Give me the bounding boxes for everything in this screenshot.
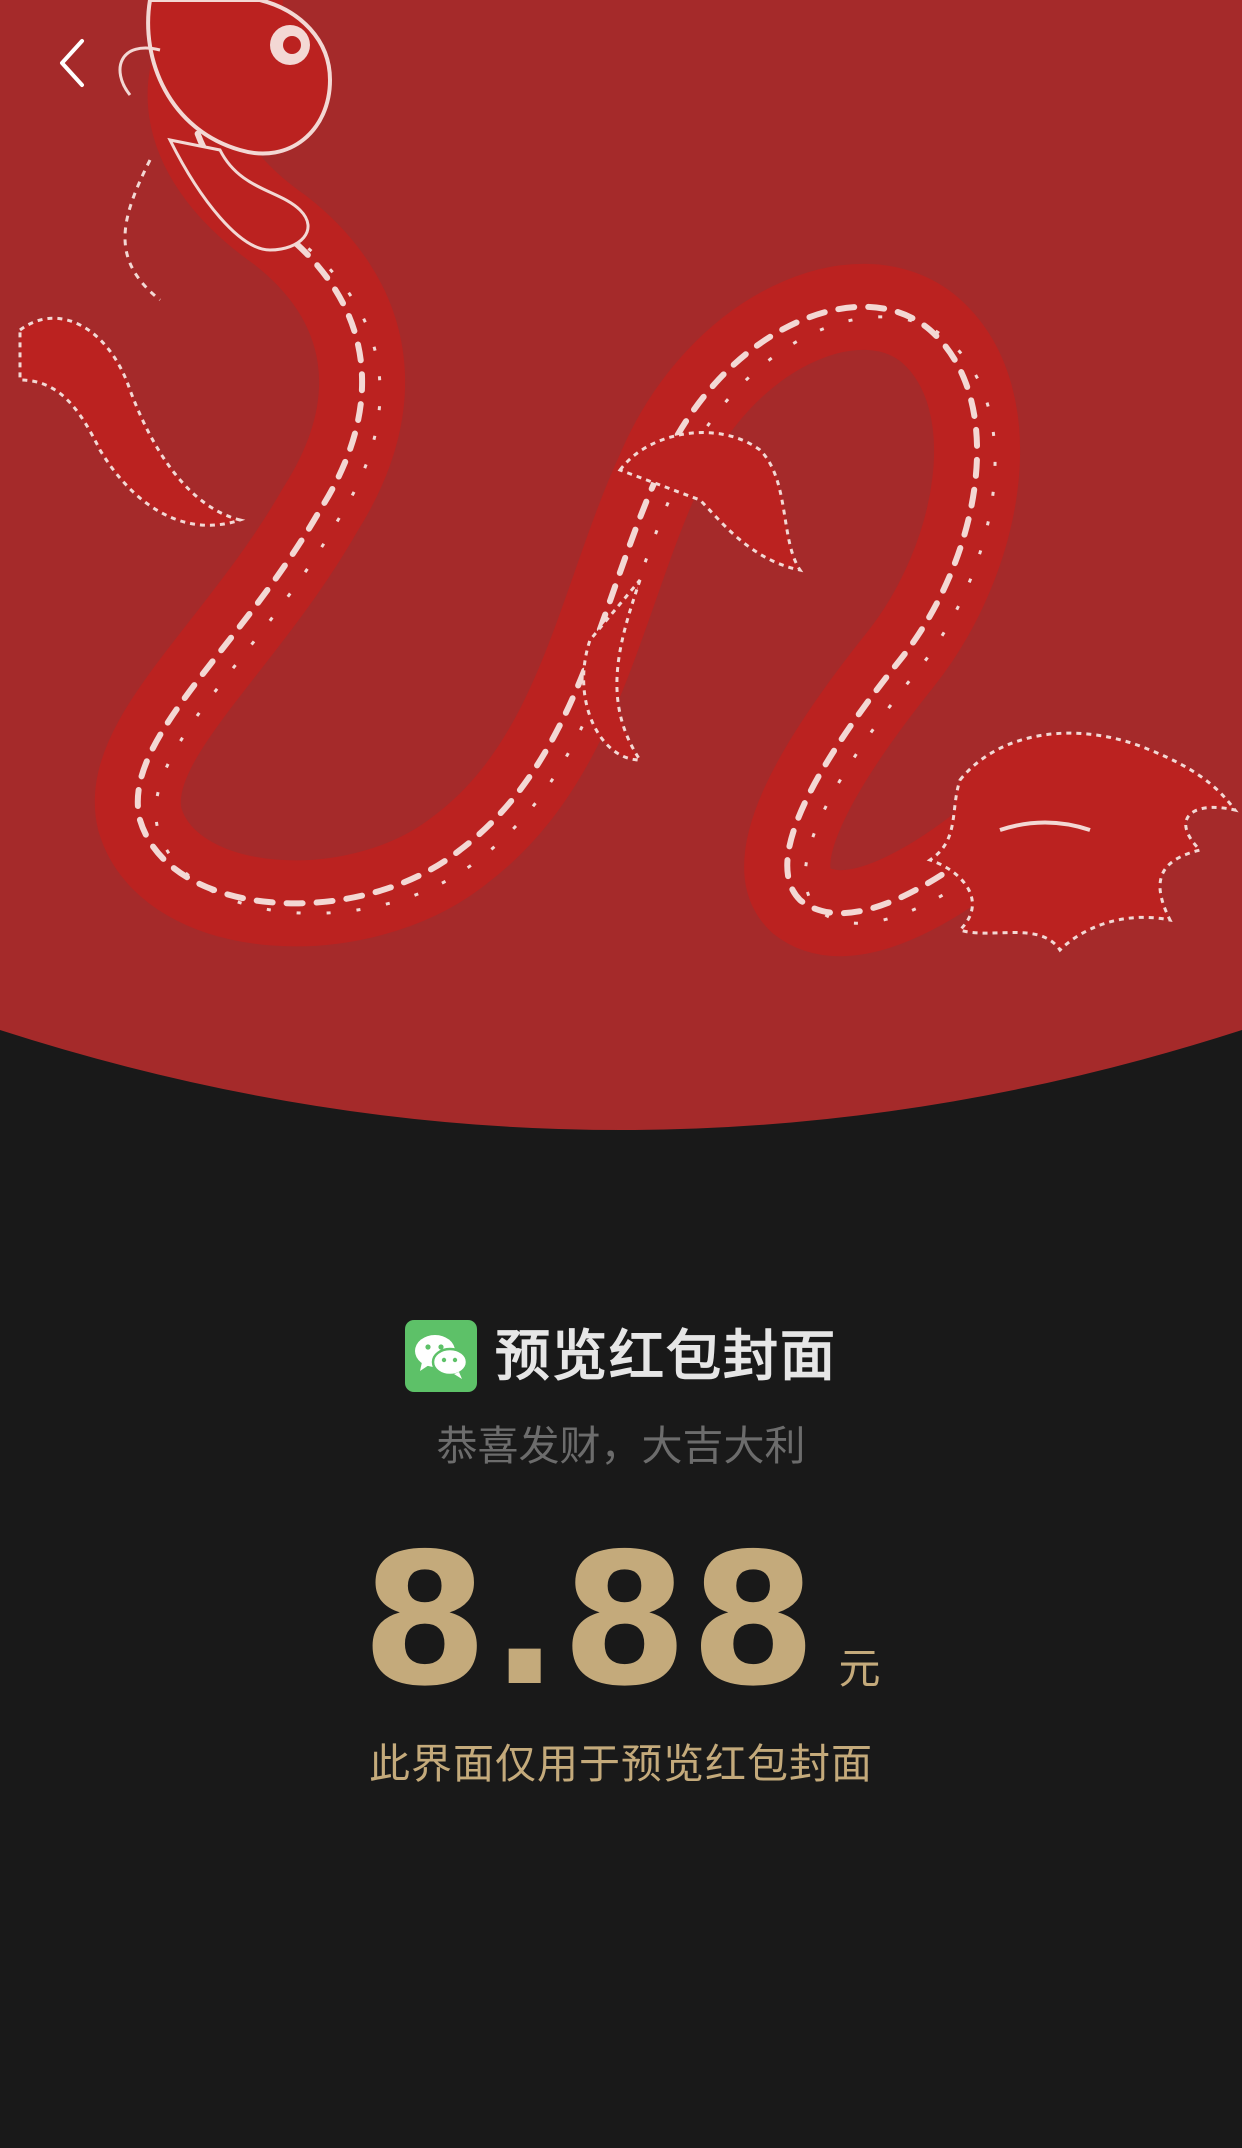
back-button[interactable] (40, 30, 104, 100)
preview-note: 此界面仅用于预览红包封面 (369, 1740, 873, 1788)
amount-row: 8.88 元 (0, 1520, 1242, 1720)
currency-unit: 元 (838, 1644, 881, 1693)
greeting-text: 恭喜发财，大吉大利 (436, 1422, 806, 1470)
cover-artwork (0, 0, 1242, 1130)
envelope-title-row: 预览红包封面 (0, 1320, 1242, 1392)
envelope-title: 预览红包封面 (494, 1324, 837, 1388)
wechat-icon (404, 1320, 477, 1392)
red-envelope-cover (0, 0, 1242, 1160)
amount-value: 8.88 (361, 1514, 819, 1726)
chevron-left-icon (52, 33, 92, 97)
